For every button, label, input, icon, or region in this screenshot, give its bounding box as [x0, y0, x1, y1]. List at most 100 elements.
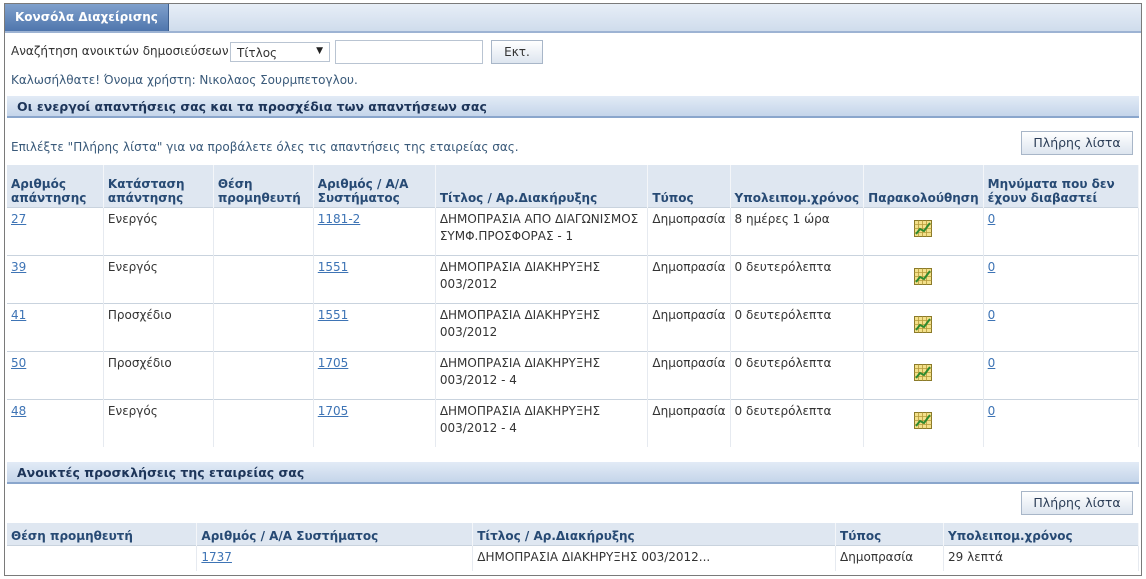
responses-header-row: Αριθμός απάντησης Κατάσταση απάντησης Θέ…: [7, 165, 1140, 207]
col-supplier-position: Θέση προμηθευτή: [7, 523, 198, 545]
response-number-link[interactable]: 39: [11, 260, 26, 274]
unread-messages-link[interactable]: 0: [988, 260, 996, 274]
response-type: Δημοπρασία: [652, 259, 726, 274]
monitor-chart-icon[interactable]: [914, 315, 933, 333]
response-title: ΔΗΜΟΠΡΑΣΙΑ ΔΙΑΚΗΡΥΞΗΣ 003/2012: [439, 259, 601, 291]
search-field-select[interactable]: Τίτλος ▼: [230, 42, 330, 62]
table-cell: 39: [7, 254, 104, 303]
search-label: Αναζήτηση ανοικτών δημοσιεύσεων: [11, 44, 229, 58]
col-supplier-position: Θέση προμηθευτή: [213, 165, 314, 207]
table-cell: [863, 254, 984, 303]
search-go-button[interactable]: Εκτ.: [491, 40, 543, 64]
table-cell: [863, 398, 984, 447]
table-cell: 1551: [313, 254, 436, 303]
remaining-time: 0 δευτερόλεπτα: [734, 307, 832, 322]
unread-messages-link[interactable]: 0: [988, 404, 996, 418]
monitor-chart-icon[interactable]: [914, 267, 933, 285]
table-cell: [213, 206, 314, 255]
table-cell: 0 δευτερόλεπτα: [730, 302, 865, 351]
col-type: Τύπος: [835, 523, 945, 545]
system-number-link[interactable]: 1551: [318, 260, 349, 274]
invitation-type: Δημοπρασία: [840, 549, 914, 564]
remaining-time: 0 δευτερόλεπτα: [734, 259, 832, 274]
col-unread-messages: Μηνύματα που δεν έχουν διαβαστεί: [983, 165, 1140, 207]
table-cell: 0: [983, 350, 1140, 399]
col-title: Τίτλος / Αρ.Διακήρυξης: [472, 523, 837, 545]
table-row: 48 Ενεργός 1705 ΔΗΜΟΠΡΑΣΙΑ ΔΙΑΚΗΡΥΞΗΣ 003/2…: [7, 398, 1140, 447]
invitations-table: Θέση προμηθευτή Αριθμός / Α/Α Συστήματος…: [7, 523, 1139, 571]
system-number-link[interactable]: 1551: [318, 308, 349, 322]
table-cell: 0 δευτερόλεπτα: [730, 350, 865, 399]
responses-hint: Επιλέξτε "Πλήρης λίστα" για να προβάλετε…: [11, 140, 519, 154]
response-type: Δημοπρασία: [652, 211, 726, 226]
monitor-chart-icon[interactable]: [914, 219, 933, 237]
col-title: Τίτλος / Αρ.Διακήρυξης: [435, 165, 649, 207]
table-cell: [213, 398, 314, 447]
tab-bar: Κονσόλα Διαχείρισης: [5, 4, 1141, 33]
responses-table: Αριθμός απάντησης Κατάσταση απάντησης Θέ…: [7, 165, 1140, 447]
table-cell: 1705: [313, 350, 436, 399]
search-input[interactable]: [335, 40, 483, 64]
tab-admin-console[interactable]: Κονσόλα Διαχείρισης: [5, 4, 169, 31]
response-number-link[interactable]: 27: [11, 212, 26, 226]
monitor-chart-icon[interactable]: [914, 411, 933, 429]
table-row: 41 Προσχέδιο 1551 ΔΗΜΟΠΡΑΣΙΑ ΔΙΑΚΗΡΥΞΗΣ 003…: [7, 302, 1140, 351]
col-remaining-time: Υπολειπομ.χρόνος: [943, 523, 1139, 545]
welcome-message: Καλωσήλθατε! Όνομα χρήστη: Νικολαος Σουρ…: [11, 73, 358, 87]
invitations-full-list-button[interactable]: Πλήρης λίστα: [1021, 491, 1133, 515]
table-cell: 8 ημέρες 1 ώρα: [730, 206, 865, 255]
table-cell: 48: [7, 398, 104, 447]
table-cell: 1705: [313, 398, 436, 447]
responses-full-list-button[interactable]: Πλήρης λίστα: [1021, 131, 1133, 155]
table-cell: Δημοπρασία: [647, 254, 731, 303]
system-number-link[interactable]: 1737: [201, 550, 232, 564]
table-cell: 0 δευτερόλεπτα: [730, 398, 865, 447]
response-status: Ενεργός: [107, 403, 158, 418]
table-cell: Προσχέδιο: [103, 302, 214, 351]
chevron-down-icon: ▼: [316, 46, 323, 56]
response-number-link[interactable]: 41: [11, 308, 26, 322]
response-type: Δημοπρασία: [652, 355, 726, 370]
table-cell: [213, 254, 314, 303]
table-row: 27 Ενεργός 1181-2 ΔΗΜΟΠΡΑΣΙΑ ΑΠΟ ΔΙΑΓΩΝΙΣΜΟ…: [7, 206, 1140, 255]
table-row: 39 Ενεργός 1551 ΔΗΜΟΠΡΑΣΙΑ ΔΙΑΚΗΡΥΞΗΣ 003/2…: [7, 254, 1140, 303]
table-cell: Προσχέδιο: [103, 350, 214, 399]
table-cell: Δημοπρασία: [647, 302, 731, 351]
table-cell: Δημοπρασία: [835, 544, 945, 571]
table-cell: 1181-2: [313, 206, 436, 255]
table-cell: [213, 302, 314, 351]
response-type: Δημοπρασία: [652, 307, 726, 322]
search-bar: Αναζήτηση ανοικτών δημοσιεύσεων Τίτλος ▼…: [5, 36, 1141, 64]
table-cell: 41: [7, 302, 104, 351]
table-cell: ΔΗΜΟΠΡΑΣΙΑ ΔΙΑΚΗΡΥΞΗΣ 003/2012: [435, 254, 649, 303]
unread-messages-link[interactable]: 0: [988, 212, 996, 226]
table-cell: 29 λεπτά: [943, 544, 1139, 571]
response-number-link[interactable]: 50: [11, 356, 26, 370]
response-number-link[interactable]: 48: [11, 404, 26, 418]
table-cell: 0 δευτερόλεπτα: [730, 254, 865, 303]
table-cell: 0: [983, 254, 1140, 303]
invitations-section-header: Ανοικτές προσκλήσεις της εταιρείας σας: [7, 462, 1139, 484]
response-title: ΔΗΜΟΠΡΑΣΙΑ ΔΙΑΚΗΡΥΞΗΣ 003/2012: [439, 307, 601, 339]
table-cell: 0: [983, 302, 1140, 351]
unread-messages-link[interactable]: 0: [988, 308, 996, 322]
search-field-value: Τίτλος: [237, 46, 278, 60]
system-number-link[interactable]: 1705: [318, 404, 349, 418]
response-status: Προσχέδιο: [107, 355, 172, 370]
col-monitoring: Παρακολούθηση: [863, 165, 984, 207]
remaining-time: 0 δευτερόλεπτα: [734, 403, 832, 418]
system-number-link[interactable]: 1705: [318, 356, 349, 370]
table-cell: ΔΗΜΟΠΡΑΣΙΑ ΑΠΟ ΔΙΑΓΩΝΙΣΜΟΣ ΣΥΜΦ.ΠΡΟΣΦΟΡΑ…: [435, 206, 649, 255]
monitor-chart-icon[interactable]: [914, 363, 933, 381]
col-system-number: Αριθμός / Α/Α Συστήματος: [313, 165, 436, 207]
table-cell: [863, 350, 984, 399]
response-title: ΔΗΜΟΠΡΑΣΙΑ ΑΠΟ ΔΙΑΓΩΝΙΣΜΟΣ ΣΥΜΦ.ΠΡΟΣΦΟΡΑ…: [439, 211, 639, 243]
table-cell: Ενεργός: [103, 254, 214, 303]
table-cell: 1737: [196, 544, 474, 571]
unread-messages-link[interactable]: 0: [988, 356, 996, 370]
system-number-link[interactable]: 1181-2: [318, 212, 361, 226]
table-cell: Δημοπρασία: [647, 350, 731, 399]
invitations-header-row: Θέση προμηθευτή Αριθμός / Α/Α Συστήματος…: [7, 523, 1139, 545]
table-row: 50 Προσχέδιο 1705 ΔΗΜΟΠΡΑΣΙΑ ΔΙΑΚΗΡΥΞΗΣ 003…: [7, 350, 1140, 399]
table-cell: ΔΗΜΟΠΡΑΣΙΑ ΔΙΑΚΗΡΥΞΗΣ 003/2012 - 4: [435, 350, 649, 399]
